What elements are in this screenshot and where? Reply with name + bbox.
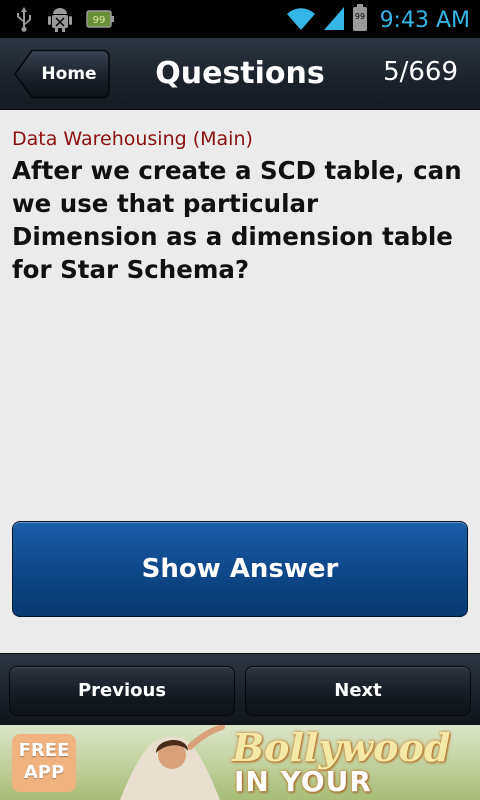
ad-free-badge: FREE APP (12, 734, 76, 792)
app-header: Home Questions 5/669 (0, 38, 480, 110)
battery-level-text: 99 (354, 12, 364, 21)
svg-text:99: 99 (93, 15, 106, 26)
android-debug-icon (48, 6, 72, 36)
next-button[interactable]: Next (245, 666, 471, 716)
question-text: After we create a SCD table, can we use … (12, 156, 462, 284)
battery-small-icon: 99 (86, 10, 114, 32)
status-bar-notifications: 99 (14, 6, 114, 36)
ad-banner[interactable]: FREE APP Bollywood IN YOUR POCKET (0, 725, 480, 800)
question-category: Data Warehousing (Main) (12, 128, 253, 150)
signal-icon (322, 5, 346, 35)
question-panel: Data Warehousing (Main) After we create … (0, 110, 480, 653)
home-button[interactable]: Home (14, 49, 110, 99)
status-bar-system: 99 9:43 AM (286, 4, 470, 36)
page-title: Questions (155, 56, 325, 91)
previous-button[interactable]: Previous (9, 666, 235, 716)
ad-subtitle: IN YOUR POCKET (234, 765, 372, 800)
status-time: 9:43 AM (379, 7, 470, 33)
bottom-nav: Previous Next (0, 653, 480, 725)
ad-title: Bollywood (232, 725, 451, 770)
battery-icon: 99 (352, 4, 368, 36)
show-answer-button[interactable]: Show Answer (12, 521, 468, 617)
status-bar: 99 99 9:43 AM (0, 0, 480, 38)
usb-icon (14, 6, 34, 36)
ad-woman-image (120, 725, 225, 800)
question-counter: 5/669 (383, 57, 458, 87)
home-button-label: Home (41, 64, 97, 84)
wifi-icon (286, 5, 316, 35)
